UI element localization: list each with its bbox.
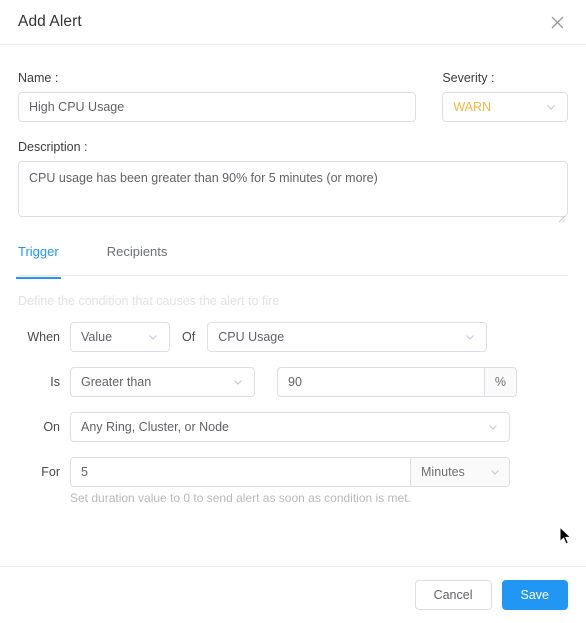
duration-unit-value: Minutes xyxy=(421,465,465,479)
on-row: On Any Ring, Cluster, or Node xyxy=(18,412,568,442)
dialog-header: Add Alert xyxy=(0,0,586,45)
scope-select[interactable]: Any Ring, Cluster, or Node xyxy=(70,412,510,442)
description-label: Description : xyxy=(18,140,88,154)
metric-select[interactable]: CPU Usage xyxy=(207,322,488,352)
comparator-select-value: Greater than xyxy=(81,375,152,389)
threshold-unit-addon: % xyxy=(483,367,517,397)
on-label: On xyxy=(43,420,60,434)
chevron-down-icon xyxy=(487,421,499,433)
severity-select-value: WARN xyxy=(453,100,492,114)
duration-input-group: Minutes xyxy=(70,457,510,487)
when-select[interactable]: Value xyxy=(70,322,170,352)
when-select-value: Value xyxy=(81,330,113,344)
name-field-group: Name : xyxy=(18,71,417,122)
tab-recipients[interactable]: Recipients xyxy=(107,245,168,278)
description-textarea[interactable]: CPU usage has been greater than 90% for … xyxy=(18,161,568,217)
scope-select-value: Any Ring, Cluster, or Node xyxy=(81,420,229,434)
description-field-group: Description : CPU usage has been greater… xyxy=(18,122,568,223)
tab-bar: Trigger Recipients xyxy=(16,242,568,279)
dialog-body: Name : Severity : WARN Description : xyxy=(0,45,586,566)
metric-select-value: CPU Usage xyxy=(218,330,285,344)
tab-trigger[interactable]: Trigger xyxy=(16,245,61,279)
chevron-down-icon xyxy=(464,331,476,343)
chevron-down-icon xyxy=(232,376,244,388)
threshold-input[interactable] xyxy=(277,367,484,397)
add-alert-dialog: Add Alert Name : Severity : WARN xyxy=(0,0,586,623)
description-textarea-wrap: CPU usage has been greater than 90% for … xyxy=(18,161,568,223)
is-label: Is xyxy=(50,375,60,389)
severity-select[interactable]: WARN xyxy=(442,92,568,122)
dialog-footer: Cancel Save xyxy=(0,566,586,623)
when-label: When xyxy=(27,330,60,344)
for-label: For xyxy=(41,465,60,479)
duration-unit-select[interactable]: Minutes xyxy=(410,457,510,487)
is-row: Is Greater than % xyxy=(18,367,568,397)
threshold-input-group: % xyxy=(277,367,517,397)
comparator-select[interactable]: Greater than xyxy=(70,367,255,397)
name-label: Name : xyxy=(18,71,59,85)
severity-field-group: Severity : WARN xyxy=(442,71,568,122)
duration-hint: Set duration value to 0 to send alert as… xyxy=(70,491,411,505)
name-input[interactable] xyxy=(18,92,417,122)
trigger-panel-hint: Define the condition that causes the ale… xyxy=(18,294,280,308)
chevron-down-icon xyxy=(489,466,501,478)
close-icon[interactable] xyxy=(546,11,568,33)
dialog-title: Add Alert xyxy=(18,13,82,30)
cancel-button[interactable]: Cancel xyxy=(414,580,492,610)
chevron-down-icon xyxy=(545,101,557,113)
when-row: When Value Of CPU Usage xyxy=(18,322,568,352)
of-label: Of xyxy=(182,330,196,344)
for-row: For Minutes xyxy=(18,457,568,487)
save-button[interactable]: Save xyxy=(501,580,568,610)
duration-input[interactable] xyxy=(70,457,410,487)
name-severity-row: Name : Severity : WARN xyxy=(18,45,568,122)
chevron-down-icon xyxy=(147,331,159,343)
severity-label: Severity : xyxy=(442,71,495,85)
